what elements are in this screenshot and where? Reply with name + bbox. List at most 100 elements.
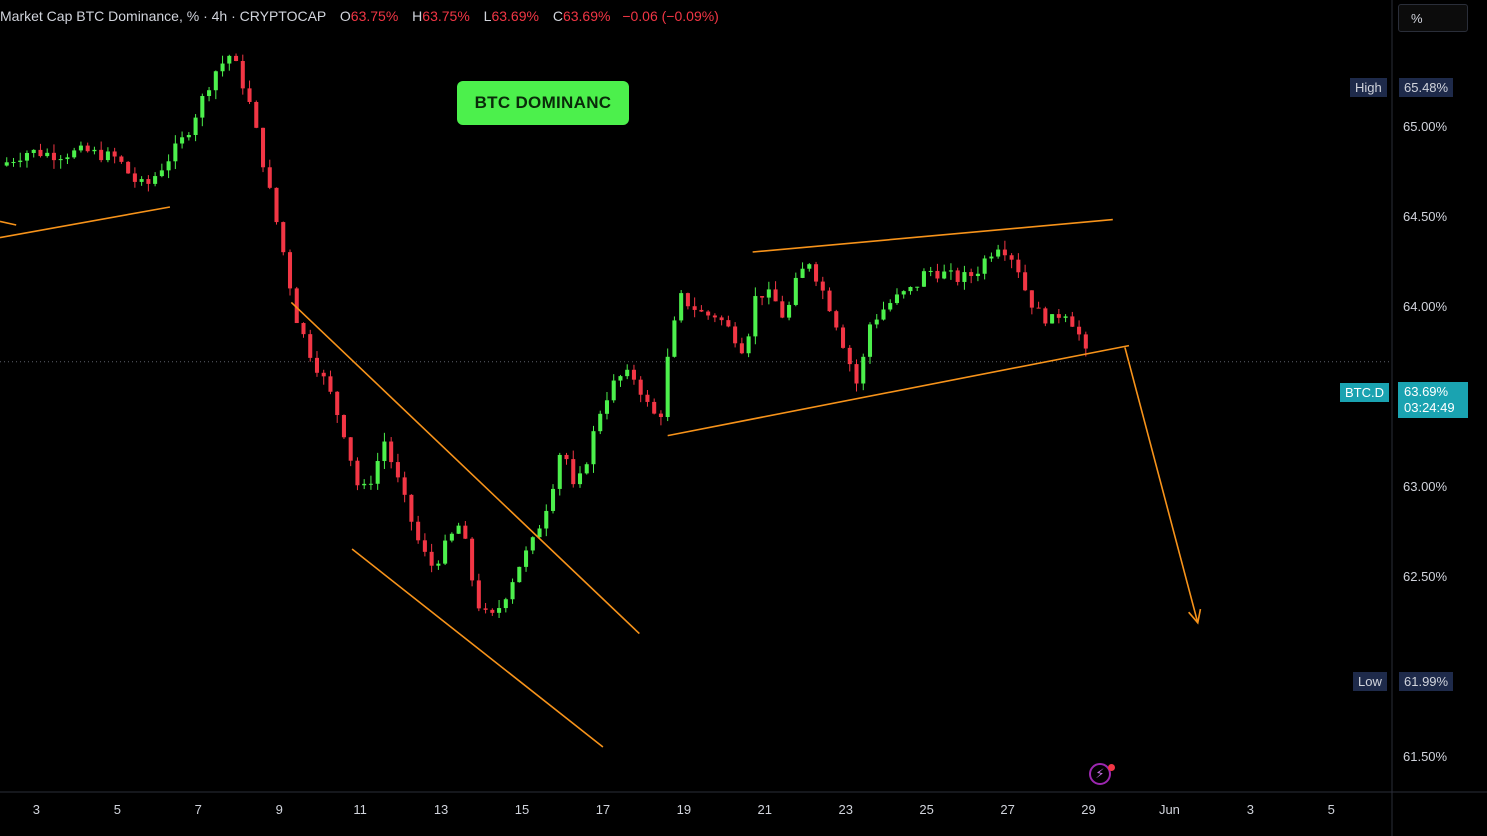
candle-body xyxy=(92,149,97,152)
x-tick-label: 21 xyxy=(758,802,772,817)
candle-body xyxy=(638,379,643,395)
candle-body xyxy=(335,391,340,416)
candle-body xyxy=(24,153,29,161)
candle-body xyxy=(760,296,765,298)
candle-body xyxy=(497,608,502,613)
candle-body xyxy=(281,222,286,253)
candle-body xyxy=(389,441,394,463)
high-value: 63.75% xyxy=(422,8,470,24)
high-marker-value: 65.48% xyxy=(1399,78,1454,97)
change-value: −0.06 (−0.09%) xyxy=(622,8,719,24)
scale-unit-button[interactable]: % xyxy=(1398,4,1468,32)
candle-body xyxy=(200,96,205,118)
chart-canvas[interactable]: 65.00%64.50%64.00%63.50%63.00%62.50%61.5… xyxy=(0,0,1487,836)
x-tick-label: 11 xyxy=(353,802,367,817)
candle-body xyxy=(881,309,886,320)
close-label: C xyxy=(552,8,563,24)
candle-body xyxy=(524,550,529,567)
x-tick-label: 13 xyxy=(434,802,448,817)
candle-body xyxy=(1056,314,1061,318)
symbol-price-label: BTC.D xyxy=(1340,383,1389,402)
candle-body xyxy=(1029,290,1034,308)
candle-body xyxy=(422,540,427,552)
candle-body xyxy=(1077,326,1082,335)
candle-body xyxy=(4,162,9,166)
candle-body xyxy=(544,510,549,529)
candle-body xyxy=(31,149,36,154)
candle-body xyxy=(706,311,711,316)
candle-body xyxy=(287,252,293,289)
candle-body xyxy=(564,454,569,460)
candle-body xyxy=(476,580,481,609)
candle-body xyxy=(834,311,839,328)
trendline xyxy=(667,344,1130,437)
x-tick-label: 5 xyxy=(114,802,121,817)
candle-body xyxy=(240,61,245,89)
candle-body xyxy=(99,149,104,161)
candle-body xyxy=(935,270,940,279)
low-marker-label: Low xyxy=(1353,672,1387,691)
candle-body xyxy=(213,71,218,91)
candle-body xyxy=(969,272,974,277)
candle-body xyxy=(375,461,380,484)
candle-body xyxy=(402,477,407,495)
trendline xyxy=(0,206,171,239)
candle-body xyxy=(766,289,771,298)
y-tick-label: 63.00% xyxy=(1403,479,1448,494)
candle-body xyxy=(807,264,812,269)
candle-body xyxy=(1043,308,1048,324)
candle-body xyxy=(234,55,239,62)
candle-body xyxy=(1063,316,1068,318)
open-label: O xyxy=(339,8,351,24)
btc-dominance-annotation[interactable]: BTC DOMINANC xyxy=(457,81,629,125)
x-tick-label: 17 xyxy=(596,802,610,817)
candle-body xyxy=(220,63,225,72)
candle-body xyxy=(341,415,346,438)
current-price-tag: 63.69% 03:24:49 xyxy=(1398,382,1468,418)
candle-body xyxy=(571,459,576,485)
candle-body xyxy=(854,364,859,384)
candle-body xyxy=(139,179,144,182)
x-tick-label: 25 xyxy=(919,802,933,817)
candle-body xyxy=(530,537,535,551)
candle-body xyxy=(867,324,873,357)
candle-body xyxy=(712,315,717,318)
candle-body xyxy=(625,369,630,377)
candle-body xyxy=(753,296,758,337)
candle-body xyxy=(982,258,987,274)
candle-body xyxy=(1036,307,1041,309)
candle-body xyxy=(173,143,178,162)
candle-body xyxy=(827,290,832,312)
candle-body xyxy=(483,608,488,610)
y-tick-label: 65.00% xyxy=(1403,119,1448,134)
candle-body xyxy=(193,117,198,135)
x-tick-label: 9 xyxy=(276,802,283,817)
candle-body xyxy=(665,356,670,418)
candle-body xyxy=(58,159,63,161)
candle-body xyxy=(274,187,279,223)
x-tick-label: 7 xyxy=(195,802,202,817)
y-tick-label: 64.00% xyxy=(1403,299,1448,314)
x-tick-label: 15 xyxy=(515,802,529,817)
candle-body xyxy=(321,372,326,377)
candle-body xyxy=(685,293,690,307)
candle-body xyxy=(577,473,583,485)
candle-body xyxy=(733,326,738,344)
candle-body xyxy=(51,152,56,161)
candle-body xyxy=(679,293,684,321)
candle-body xyxy=(962,272,967,282)
trendline xyxy=(752,218,1113,253)
candle-body xyxy=(604,400,609,414)
candle-body xyxy=(692,306,697,310)
close-value: 63.69% xyxy=(562,8,611,24)
candle-body xyxy=(470,538,475,581)
candle-body xyxy=(1009,255,1014,260)
candle-body xyxy=(314,357,319,373)
current-price-value: 63.69% xyxy=(1404,384,1449,399)
open-value: 63.75% xyxy=(350,8,399,24)
high-marker-label: High xyxy=(1350,78,1387,97)
symbol-title: Market Cap BTC Dominance, % · 4h · CRYPT… xyxy=(0,8,326,24)
candle-body xyxy=(105,151,110,161)
candle-body xyxy=(65,157,70,160)
candle-body xyxy=(915,286,920,288)
